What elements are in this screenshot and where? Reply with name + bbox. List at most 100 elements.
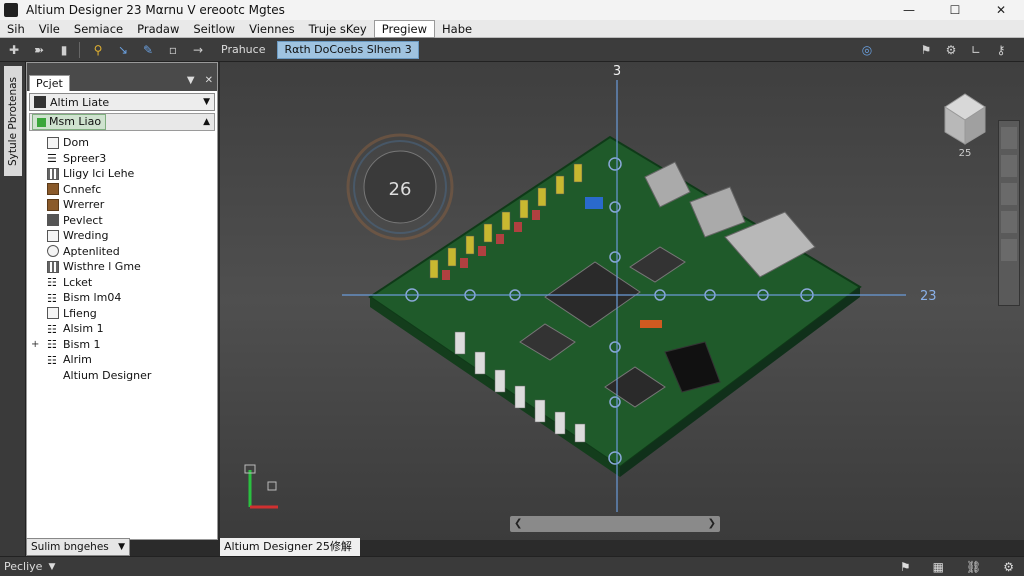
pcb-3d-viewport[interactable]: 26 3 23 25 ❮ ❯ — [220, 62, 1024, 540]
key-icon[interactable]: ⚷ — [990, 40, 1012, 60]
tree-item[interactable]: Cnnefc — [27, 182, 217, 198]
menu-item-active[interactable]: Pregiew — [373, 19, 436, 38]
tree-item-label: Wreding — [63, 229, 109, 243]
doc-tab-active[interactable]: Rαth DoCoebs Slhem 3 — [277, 40, 419, 59]
tree-item[interactable]: ☷ Lcket — [27, 275, 217, 291]
scroll-left-icon[interactable]: ❮ — [514, 516, 522, 532]
tree-item[interactable]: ☷ Bism lm04 — [27, 290, 217, 306]
tool-icon[interactable] — [1001, 239, 1017, 261]
minimize-icon[interactable]: — — [886, 0, 932, 20]
route-icon[interactable]: ➽ — [28, 40, 50, 60]
tree-item-label: Cnnefc — [63, 182, 102, 196]
pin-icon[interactable]: ⚑ — [915, 40, 937, 60]
menu-item[interactable]: Vile — [32, 20, 67, 38]
side-panel-tab[interactable]: Sytule Pbrotenas — [4, 66, 22, 176]
project-icon — [34, 96, 46, 108]
view-cube[interactable]: 25 — [944, 93, 986, 159]
axis-label-top: 3 — [613, 64, 621, 79]
link-icon[interactable]: ⛓ — [966, 560, 981, 574]
tree-item[interactable]: ☷ Alrim — [27, 352, 217, 368]
tree-expander[interactable]: + — [31, 339, 41, 350]
move-icon[interactable]: ✚ — [3, 40, 25, 60]
tool-icon[interactable] — [1001, 127, 1017, 149]
square-icon — [47, 307, 59, 320]
settings-icon[interactable]: ⚙ — [940, 40, 962, 60]
axis-triad-icon — [244, 464, 278, 509]
tree-item[interactable]: Aptenlited — [27, 244, 217, 260]
tree-item[interactable]: Altium Designer — [27, 368, 217, 384]
document-icon[interactable]: ▮ — [53, 40, 75, 60]
tree-item[interactable]: + ☷ Bism 1 — [27, 337, 217, 353]
component-icon — [47, 183, 59, 196]
document-combo[interactable]: Msm Liao ▲ — [29, 113, 215, 131]
chevron-down-icon[interactable]: ▼ — [48, 562, 55, 572]
wire-icon — [47, 229, 59, 242]
panel-footer-combo[interactable]: Sulim bngehes ▼ — [26, 538, 130, 556]
pcb-board[interactable] — [368, 135, 862, 477]
close-icon[interactable]: ✕ — [978, 0, 1024, 20]
project-tree: Dom ☰ Spreer3 Lligy lci Lehe Cnnefc Wrerr… — [27, 135, 217, 383]
tree-item-label: Alsim 1 — [63, 322, 104, 336]
axis-label-right: 23 — [920, 289, 937, 304]
project-combo-value: Altim Liate — [50, 95, 110, 109]
menu-item[interactable]: Viennes — [242, 20, 302, 38]
tree-item[interactable]: Lfieng — [27, 306, 217, 322]
doc-tab[interactable]: Prahuce — [215, 41, 271, 59]
grid-icon[interactable]: ▦ — [933, 560, 944, 574]
toolbar: ✚ ➽ ▮ ⚲ ↘ ✎ ▫ → Prahuce Rαth DoCoebs Slh… — [0, 38, 1024, 62]
tool-icon[interactable] — [1001, 183, 1017, 205]
project-panel-tab[interactable]: Pcjet — [29, 75, 70, 91]
brush-icon[interactable]: ✎ — [137, 40, 159, 60]
project-panel-header: Pcjet ▼ ✕ — [27, 63, 217, 91]
document-combo-selected: Msm Liao — [32, 114, 107, 130]
globe-icon[interactable]: ◎ — [856, 40, 878, 60]
tree-item-label: Alrim — [63, 353, 92, 367]
search-icon[interactable]: ⚲ — [87, 40, 109, 60]
scroll-right-icon[interactable]: ❯ — [708, 516, 716, 532]
tree-item[interactable]: ☷ Alsim 1 — [27, 321, 217, 337]
tool-icon[interactable] — [1001, 155, 1017, 177]
toolbar-divider — [79, 41, 80, 58]
tree-item[interactable]: Wrerrer — [27, 197, 217, 213]
document-combo-value: Msm Liao — [49, 115, 102, 128]
angle-icon[interactable]: ∟ — [965, 40, 987, 60]
maximize-icon[interactable]: ☐ — [932, 0, 978, 20]
chevron-down-icon: ▼ — [118, 542, 125, 552]
tree-item[interactable]: Wisthre l Gme — [27, 259, 217, 275]
tree-item[interactable]: Lligy lci Lehe — [27, 166, 217, 182]
tool-icon[interactable] — [1001, 211, 1017, 233]
pcb-3d-render: 26 3 23 25 — [244, 64, 986, 512]
title-bar: Altium Designer 23 Mαrnu V ereootc Mgtes… — [0, 0, 1024, 20]
settings-icon[interactable]: ⚙ — [1003, 560, 1014, 574]
document-view-tab[interactable]: Altium Designer 25修解版 ▸ — [220, 538, 360, 571]
menu-item[interactable]: Sih — [0, 20, 32, 38]
circle-icon — [47, 245, 59, 258]
panel-close-icon[interactable]: ✕ — [205, 75, 213, 86]
tree-item[interactable]: ☰ Spreer3 — [27, 151, 217, 167]
pin-icon[interactable]: ⚑ — [900, 560, 911, 574]
view-cube-label: 25 — [959, 148, 972, 159]
menu-item[interactable]: Pradaw — [130, 20, 186, 38]
menu-item[interactable]: Seitlow — [186, 20, 242, 38]
tree-item[interactable]: Pevlect — [27, 213, 217, 229]
square-icon[interactable]: ▫ — [162, 40, 184, 60]
tree-item[interactable]: Dom — [27, 135, 217, 151]
square-icon — [47, 136, 59, 149]
arrow-icon[interactable]: → — [187, 40, 209, 60]
side-panel-strip: Sytule Pbrotenas — [0, 62, 26, 556]
menu-item[interactable]: Semiace — [67, 20, 130, 38]
list-icon: ☷ — [47, 322, 57, 336]
panel-menu-icon[interactable]: ▼ — [187, 75, 195, 86]
rotation-compass[interactable]: 26 — [346, 133, 454, 241]
menu-item[interactable]: Truje sKey — [302, 20, 374, 38]
pointer-icon[interactable]: ↘ — [112, 40, 134, 60]
status-bar: Pecliye ▼ ⚑ ▦ ⛓ ⚙ — [0, 556, 1024, 576]
tree-item-label: Bism lm04 — [63, 291, 122, 305]
menu-item[interactable]: Habe — [435, 20, 479, 38]
horizontal-scrollbar[interactable]: ❮ ❯ — [510, 516, 720, 532]
tree-item[interactable]: Wreding — [27, 228, 217, 244]
brick-icon — [47, 198, 59, 211]
list-icon: ☷ — [47, 338, 57, 352]
tree-item-label: Lfieng — [63, 306, 97, 320]
project-combo[interactable]: Altim Liate ▼ — [29, 93, 215, 111]
